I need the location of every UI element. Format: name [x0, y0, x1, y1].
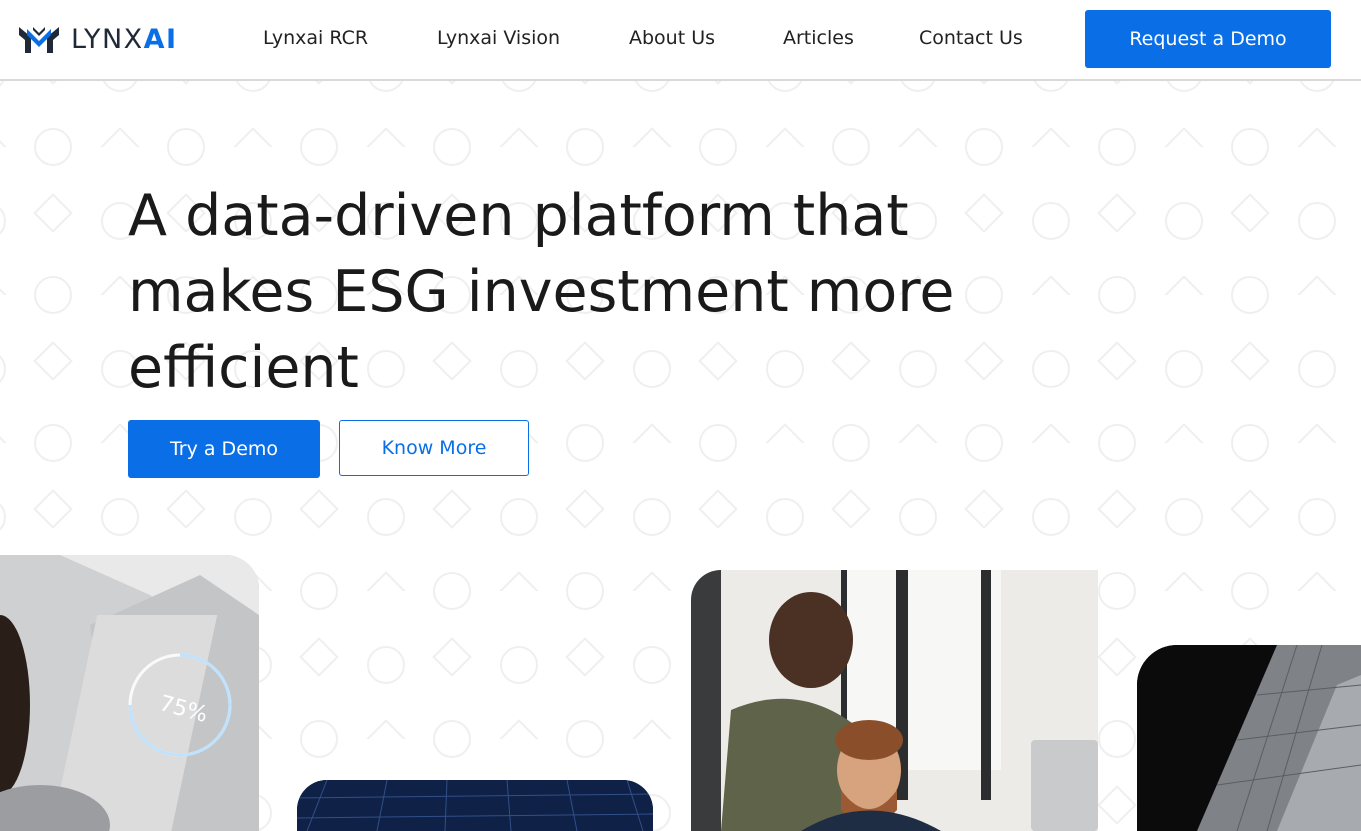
nav-contact-us[interactable]: Contact Us [919, 27, 1023, 49]
hero-title-line-1: A data-driven platform that [128, 183, 909, 249]
hero-title-line-2: makes ESG investment more [128, 259, 955, 325]
logo-text-accent: AI [143, 23, 178, 55]
request-demo-button[interactable]: Request a Demo [1085, 10, 1331, 68]
lynxai-logo-icon [19, 27, 59, 53]
photo-illustration [297, 780, 653, 831]
hero-title: A data-driven platform that makes ESG in… [128, 178, 1028, 406]
logo-text-main: LYNX [71, 23, 144, 55]
logo-wordmark: LYNXAI [71, 24, 178, 55]
photo-illustration [691, 570, 1098, 831]
nav-lynxai-rcr[interactable]: Lynxai RCR [263, 27, 368, 49]
woman-holographic-gauge-photo: 75% [0, 555, 259, 831]
know-more-button[interactable]: Know More [339, 420, 529, 476]
page: LYNXAI Lynxai RCR Lynxai Vision About Us… [0, 0, 1361, 831]
site-header: LYNXAI Lynxai RCR Lynxai Vision About Us… [0, 0, 1361, 81]
nav-articles[interactable]: Articles [783, 27, 854, 49]
dark-blue-data-grid-photo [297, 780, 653, 831]
try-demo-button[interactable]: Try a Demo [128, 420, 320, 478]
lynxai-logo[interactable]: LYNXAI [17, 22, 178, 56]
nav-about-us[interactable]: About Us [629, 27, 715, 49]
photo-illustration [1137, 645, 1361, 831]
photo-illustration: 75% [0, 555, 259, 831]
skyscraper-glass-photo [1137, 645, 1361, 831]
nav-lynxai-vision[interactable]: Lynxai Vision [437, 27, 560, 49]
hero-title-line-3: efficient [128, 335, 359, 401]
colleagues-laughing-office-photo [691, 570, 1098, 831]
